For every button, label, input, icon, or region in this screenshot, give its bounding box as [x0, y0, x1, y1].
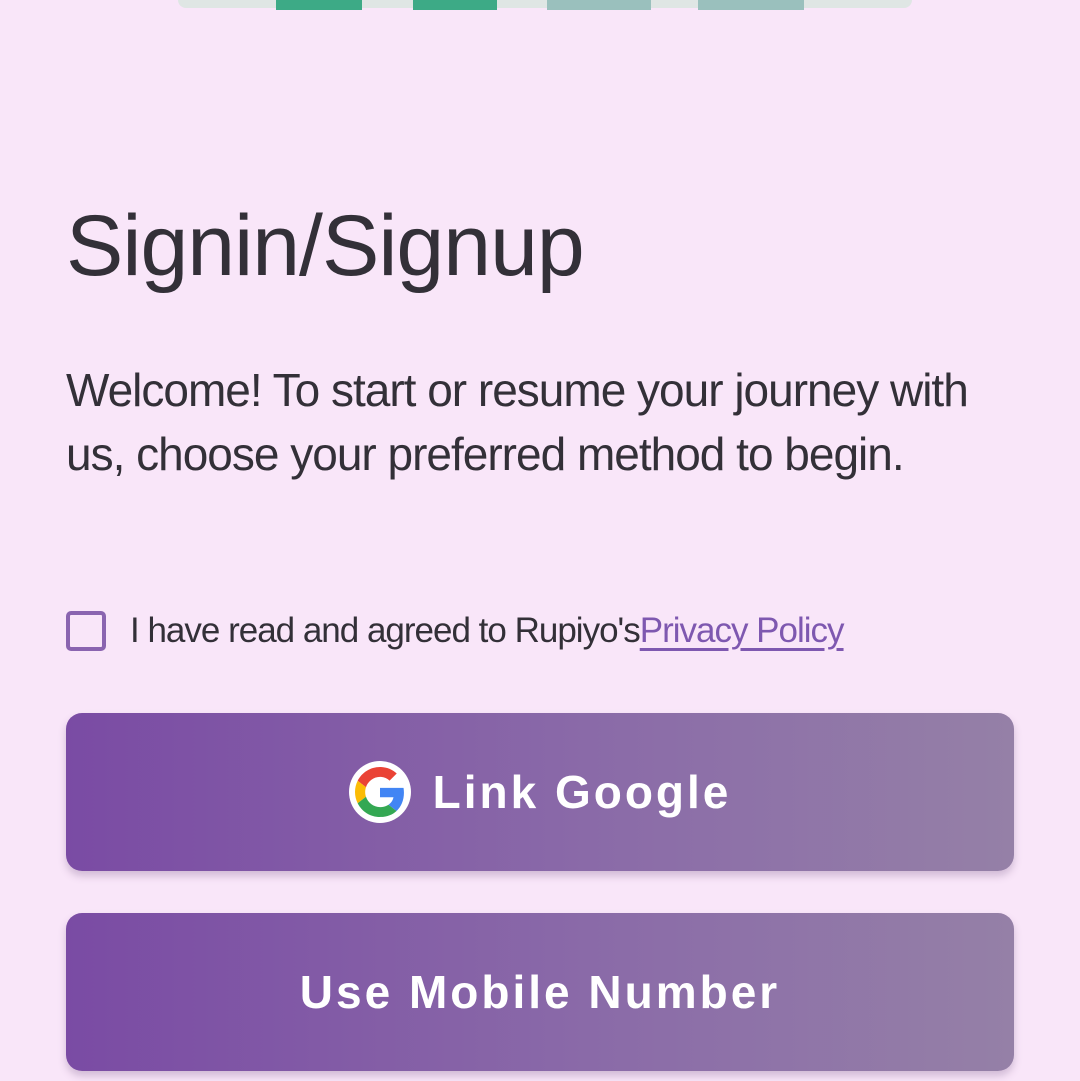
- privacy-agreement-row: I have read and agreed to Rupiyo's Priva…: [66, 606, 845, 656]
- illustration-bar-teal-1: [547, 0, 651, 10]
- privacy-agreement-checkbox[interactable]: [66, 611, 106, 651]
- illustration-bar-teal-2: [698, 0, 804, 10]
- privacy-agreement-text: I have read and agreed to Rupiyo's: [130, 611, 641, 650]
- illustration-bar-green-2: [413, 0, 497, 10]
- welcome-message: Welcome! To start or resume your journey…: [66, 364, 969, 480]
- use-mobile-number-button[interactable]: Use Mobile Number: [66, 913, 1014, 1071]
- link-google-button[interactable]: Link Google: [66, 713, 1014, 871]
- google-logo-icon: [348, 761, 411, 823]
- illustration-bar-green-1: [276, 0, 362, 10]
- use-mobile-number-label: Use Mobile Number: [299, 966, 781, 1018]
- header-illustration: [178, 0, 912, 10]
- link-google-label: Link Google: [432, 766, 732, 818]
- page-title: Signin/Signup: [66, 198, 585, 294]
- privacy-policy-link[interactable]: Privacy Policy: [640, 611, 845, 651]
